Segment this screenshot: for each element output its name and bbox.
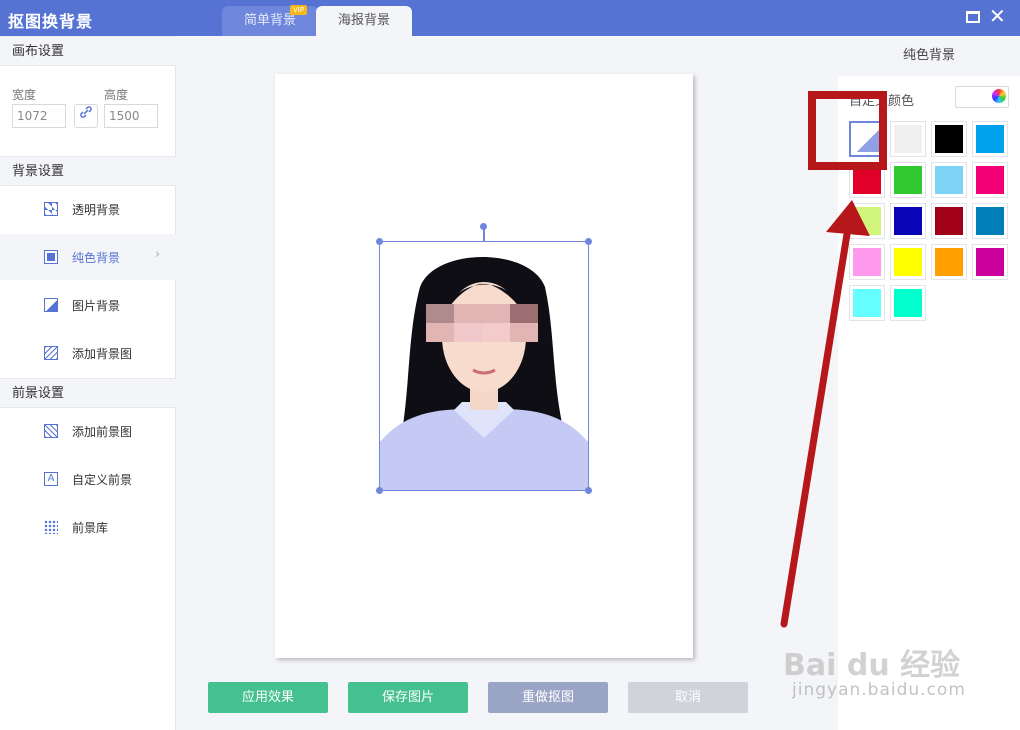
swatch-color xyxy=(935,207,963,235)
menu-solid-background[interactable]: 纯色背景 › xyxy=(0,234,176,280)
color-swatch[interactable] xyxy=(972,162,1008,198)
color-swatch[interactable] xyxy=(890,162,926,198)
swatch-color xyxy=(853,289,881,317)
text-a-icon: A xyxy=(44,472,58,486)
section-background-settings: 背景设置 xyxy=(0,156,176,186)
menu-label: 图片背景 xyxy=(72,299,121,313)
color-swatch[interactable] xyxy=(849,203,885,239)
title-bar xyxy=(0,0,1020,36)
link-ratio-button[interactable] xyxy=(74,104,98,128)
save-image-button[interactable]: 保存图片 xyxy=(348,682,468,713)
image-icon xyxy=(44,298,58,312)
swatch-color xyxy=(853,248,881,276)
color-swatch[interactable] xyxy=(890,285,926,321)
swatch-color xyxy=(976,166,1004,194)
width-input[interactable]: 1072 xyxy=(12,104,66,128)
color-swatch[interactable] xyxy=(849,285,885,321)
height-input[interactable]: 1500 xyxy=(104,104,158,128)
section-canvas-settings: 画布设置 xyxy=(0,36,176,66)
swatch-color xyxy=(935,125,963,153)
menu-label: 添加前景图 xyxy=(72,425,133,439)
checker-icon xyxy=(44,202,58,216)
rotate-handle[interactable] xyxy=(480,223,487,230)
height-label: 高度 xyxy=(104,88,129,102)
swatch-color xyxy=(976,207,1004,235)
swatch-color xyxy=(935,166,963,194)
resize-handle-top-left[interactable] xyxy=(376,238,383,245)
solid-background-title: 纯色背景 xyxy=(838,36,1020,76)
swatch-color xyxy=(894,166,922,194)
color-swatch[interactable] xyxy=(890,244,926,280)
menu-add-foreground-image[interactable]: 添加前景图 xyxy=(0,408,176,454)
menu-label: 纯色背景 xyxy=(72,251,121,265)
link-icon xyxy=(80,106,92,118)
menu-image-background[interactable]: 图片背景 xyxy=(0,282,176,328)
color-swatch[interactable] xyxy=(931,244,967,280)
swatch-color xyxy=(853,207,881,235)
grid-dots-icon xyxy=(44,520,58,534)
section-foreground-settings: 前景设置 xyxy=(0,378,176,408)
watermark-brand: Bai du 经验 xyxy=(783,648,961,683)
color-wheel-icon[interactable] xyxy=(992,89,1006,103)
menu-custom-foreground[interactable]: A 自定义前景 xyxy=(0,456,176,502)
color-swatch[interactable] xyxy=(972,121,1008,157)
color-swatch[interactable] xyxy=(931,203,967,239)
watermark-url: jingyan.baidu.com xyxy=(792,680,966,700)
swatch-color xyxy=(935,248,963,276)
color-swatch[interactable] xyxy=(931,162,967,198)
menu-label: 添加背景图 xyxy=(72,347,133,361)
redo-cutout-button[interactable]: 重做抠图 xyxy=(488,682,608,713)
resize-handle-bottom-right[interactable] xyxy=(585,487,592,494)
swatch-color xyxy=(853,166,881,194)
chevron-right-icon: › xyxy=(155,247,161,262)
width-label: 宽度 xyxy=(12,88,37,102)
rotate-handle-line xyxy=(483,228,485,242)
menu-label: 透明背景 xyxy=(72,203,121,217)
hatch-icon xyxy=(44,346,58,360)
swatch-color xyxy=(976,125,1004,153)
menu-label: 自定义前景 xyxy=(72,473,133,487)
tab-poster-background[interactable]: 海报背景 xyxy=(316,6,412,36)
color-swatch[interactable] xyxy=(931,121,967,157)
color-swatch[interactable] xyxy=(972,244,1008,280)
resize-handle-bottom-left[interactable] xyxy=(376,487,383,494)
cancel-button[interactable]: 取消 xyxy=(628,682,748,713)
app-title: 抠图换背景 xyxy=(8,12,94,31)
apply-effect-button[interactable]: 应用效果 xyxy=(208,682,328,713)
color-swatch[interactable] xyxy=(890,203,926,239)
swatch-color xyxy=(894,289,922,317)
annotation-highlight-box xyxy=(808,91,887,170)
menu-transparent-background[interactable]: 透明背景 xyxy=(0,186,176,232)
solid-square-icon xyxy=(44,250,58,264)
hatch-image-icon xyxy=(44,424,58,438)
menu-foreground-library[interactable]: 前景库 xyxy=(0,504,176,550)
left-panel: 画布设置 宽度 1072 高度 1500 背景设置 透明背景 纯色背景 › 图片… xyxy=(0,36,176,730)
maximize-icon[interactable] xyxy=(966,11,980,23)
color-swatch[interactable] xyxy=(972,203,1008,239)
swatch-color xyxy=(894,125,922,153)
menu-add-background-image[interactable]: 添加背景图 xyxy=(0,330,176,376)
swatch-color xyxy=(976,248,1004,276)
selection-frame[interactable] xyxy=(379,241,589,491)
swatch-color xyxy=(894,207,922,235)
color-swatch[interactable] xyxy=(849,244,885,280)
close-icon[interactable]: ✕ xyxy=(989,4,1006,28)
menu-label: 前景库 xyxy=(72,521,109,535)
swatch-color xyxy=(894,248,922,276)
color-swatch[interactable] xyxy=(890,121,926,157)
vip-badge: VIP xyxy=(290,5,308,15)
resize-handle-top-right[interactable] xyxy=(585,238,592,245)
